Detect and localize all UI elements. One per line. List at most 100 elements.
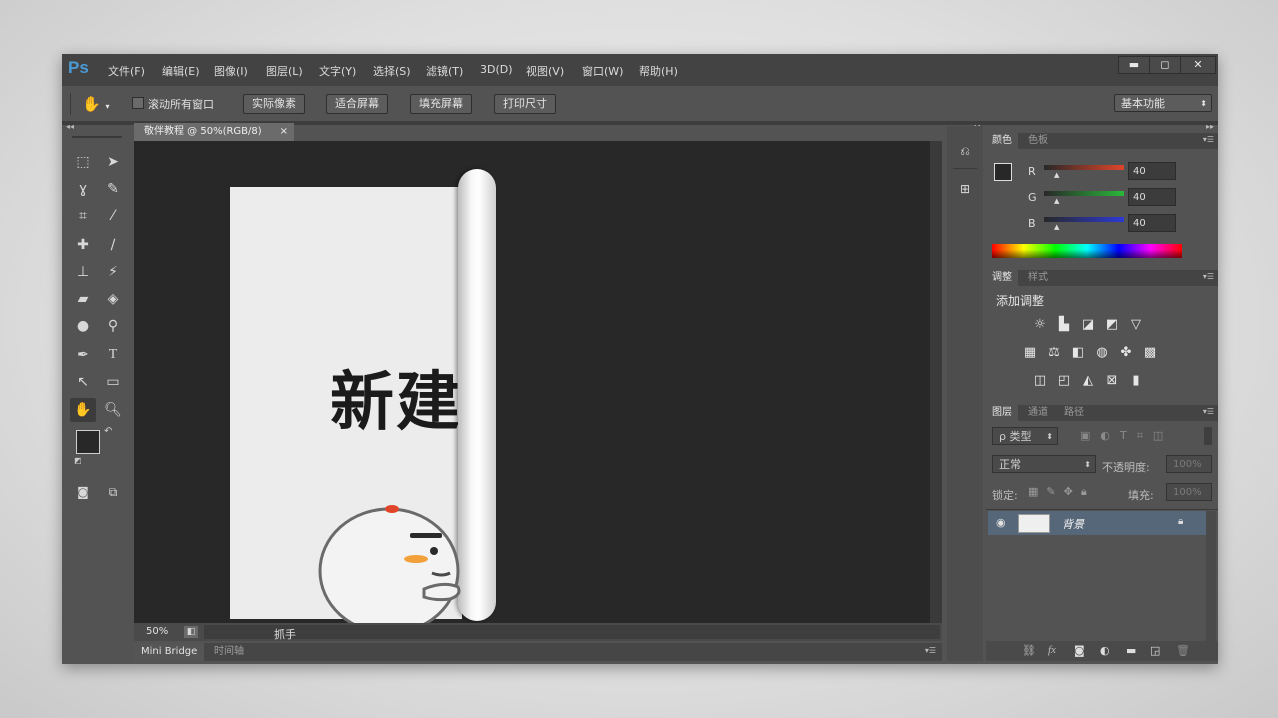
hue-saturation-icon[interactable]: ▦ [1022,346,1038,360]
document-tab-close[interactable]: × [280,123,288,141]
workspace-select[interactable]: 基本功能 ⬍ [1114,94,1212,112]
maximize-button[interactable]: ◻ [1149,56,1181,74]
posterize-icon[interactable]: ◰ [1056,374,1072,388]
tab-layers[interactable]: 图层 [986,405,1018,421]
channel-g-value[interactable]: 40 [1128,188,1176,206]
brightness-contrast-icon[interactable]: ☼ [1032,318,1048,332]
tab-paths[interactable]: 路径 [1058,405,1090,421]
status-scroll-track[interactable] [204,625,940,639]
zoom-level[interactable]: 50% [146,626,168,637]
clone-stamp-tool-icon[interactable]: ⊥ [70,260,96,284]
layer-filter-select[interactable]: ρ 类型 ⬍ [992,427,1058,445]
zoom-tool-icon[interactable]: 🔍︎ [100,398,126,422]
menu-filter[interactable]: 滤镜(T) [426,63,463,79]
tab-styles[interactable]: 样式 [1022,270,1054,286]
menu-type[interactable]: 文字(Y) [319,63,356,79]
lock-icons[interactable]: ▦✎✥🔒︎ [1028,485,1095,499]
blur-tool-icon[interactable]: ● [70,314,96,338]
menu-image[interactable]: 图像(I) [214,63,248,79]
exposure-icon[interactable]: ◩ [1104,318,1120,332]
status-export-icon[interactable]: ◧ [184,626,198,638]
history-brush-tool-icon[interactable]: ⚡ [100,260,126,284]
add-mask-icon[interactable]: ◙ [1074,644,1085,657]
minimize-button[interactable]: ▬ [1118,56,1150,74]
tab-channels[interactable]: 通道 [1022,405,1054,421]
layer-filter-icons[interactable]: ▣◐T⌗◫ [1080,429,1173,443]
blend-mode-select[interactable]: 正常 ⬍ [992,455,1096,473]
eraser-tool-icon[interactable]: ▰ [70,287,96,311]
swap-colors-icon[interactable]: ↶ [104,426,112,437]
new-group-icon[interactable]: ▬ [1126,644,1136,657]
tab-color[interactable]: 颜色 [986,133,1018,149]
menu-edit[interactable]: 编辑(E) [162,63,200,79]
fill-screen-button[interactable]: 填充屏幕 [410,94,472,114]
gradient-map-icon[interactable]: ▮ [1128,374,1144,388]
collapse-left-icon[interactable]: ◂◂ [66,122,74,131]
layer-style-icon[interactable]: fx [1048,644,1056,656]
tab-adjustments[interactable]: 调整 [986,270,1018,286]
menu-select[interactable]: 选择(S) [373,63,411,79]
scroll-all-windows-checkbox[interactable] [132,97,144,109]
lasso-tool-icon[interactable]: ɣ [70,177,96,201]
tab-timeline[interactable]: 时间轴 [210,643,248,661]
tab-mini-bridge[interactable]: Mini Bridge [134,643,205,661]
crop-tool-icon[interactable]: ⌗ [70,204,96,228]
color-lookup-icon[interactable]: ▩ [1142,346,1158,360]
adjustment-layer-icon[interactable]: ◐ [1100,644,1110,657]
rectangle-tool-icon[interactable]: ▭ [100,370,126,394]
channel-b-value[interactable]: 40 [1128,214,1176,232]
channel-r-value[interactable]: 40 [1128,162,1176,180]
quick-select-tool-icon[interactable]: ✎ [100,177,126,201]
adjustments-panel-menu-icon[interactable]: ▾☰ [1203,272,1214,281]
hand-tool-icon[interactable]: ✋ [70,398,96,422]
vibrance-icon[interactable]: ▽ [1128,318,1144,332]
paint-bucket-tool-icon[interactable]: ◈ [100,287,126,311]
menu-window[interactable]: 窗口(W) [582,63,623,79]
channel-g-thumb-icon[interactable]: ▲ [1054,197,1059,205]
delete-layer-icon[interactable]: 🗑︎ [1176,644,1190,657]
channel-b-slider[interactable] [1044,217,1124,222]
color-balance-icon[interactable]: ⚖ [1046,346,1062,360]
healing-brush-tool-icon[interactable]: ✚ [70,233,96,257]
eyedropper-tool-icon[interactable]: ⁄ [100,204,126,228]
foreground-color-swatch[interactable] [76,430,100,454]
opacity-field[interactable]: 100% [1166,455,1212,473]
history-panel-icon[interactable]: ⎌ [955,144,975,164]
marquee-tool-icon[interactable]: ⬚ [70,150,96,174]
menu-view[interactable]: 视图(V) [526,63,564,79]
document-tab[interactable]: 敬伴教程 @ 50%(RGB/8) × [134,123,294,141]
eye-icon[interactable]: ◉ [996,516,1006,529]
curves-icon[interactable]: ◪ [1080,318,1096,332]
levels-icon[interactable]: ▙ [1056,318,1072,332]
quick-mask-icon[interactable]: ◙ [70,480,96,504]
pen-tool-icon[interactable]: ✒ [70,343,96,367]
tab-swatches[interactable]: 色板 [1022,133,1054,149]
dodge-tool-icon[interactable]: ⚲ [100,314,126,338]
properties-panel-icon[interactable]: ⊞ [955,182,975,202]
filter-toggle[interactable] [1204,427,1212,445]
channel-mixer-icon[interactable]: ✤ [1118,346,1134,360]
close-button[interactable]: ✕ [1180,56,1216,74]
channel-g-slider[interactable] [1044,191,1124,196]
canvas-area[interactable]: 新建 [134,141,942,635]
hand-tool-preset-icon[interactable]: ✋ ▾ [82,93,122,115]
menu-file[interactable]: 文件(F) [108,63,145,79]
invert-icon[interactable]: ◫ [1032,374,1048,388]
menu-layer[interactable]: 图层(L) [266,63,303,79]
menu-help[interactable]: 帮助(H) [639,63,678,79]
path-select-tool-icon[interactable]: ↖ [70,370,96,394]
canvas-vertical-scrollbar[interactable] [930,141,942,623]
layer-name[interactable]: 背景 [1062,516,1084,532]
type-tool-icon[interactable]: T [100,343,126,367]
panel-menu-icon[interactable]: ▾☰ [925,646,936,655]
threshold-icon[interactable]: ◭ [1080,374,1096,388]
channel-r-slider[interactable] [1044,165,1124,170]
new-layer-icon[interactable]: ◲ [1150,644,1160,657]
channel-b-thumb-icon[interactable]: ▲ [1054,223,1059,231]
photo-filter-icon[interactable]: ◍ [1094,346,1110,360]
fill-field[interactable]: 100% [1166,483,1212,501]
screen-mode-icon[interactable]: ⧉ [100,480,126,504]
expand-panels-icon[interactable]: ▸▸ [1206,122,1214,131]
selective-color-icon[interactable]: ⊠ [1104,374,1120,388]
actual-pixels-button[interactable]: 实际像素 [243,94,305,114]
